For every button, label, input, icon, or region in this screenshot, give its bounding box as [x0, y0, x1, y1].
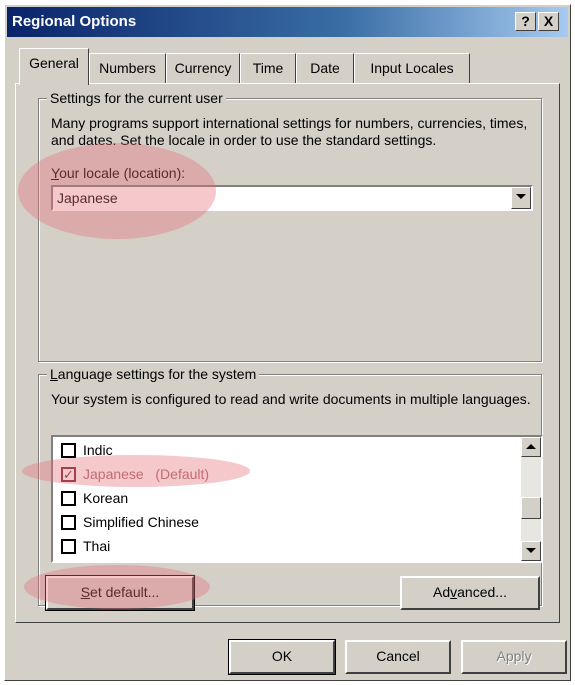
scroll-down-button[interactable]	[521, 541, 541, 561]
general-tab-panel: Settings for the current user Many progr…	[15, 83, 560, 623]
locale-label-text: our locale (location):	[59, 165, 186, 181]
language-label-text: anguage settings for the system	[57, 366, 257, 382]
group-label-language: Language settings for the system	[47, 366, 260, 382]
locale-select[interactable]: Japanese	[51, 185, 533, 211]
current-user-settings-group: Settings for the current user Many progr…	[38, 90, 542, 362]
checkbox-japanese-checked[interactable]: ✓	[61, 467, 76, 482]
checkbox-thai[interactable]	[61, 539, 76, 554]
tab-label: Date	[310, 60, 340, 76]
locale-dropdown-button[interactable]	[511, 187, 531, 209]
tab-label: General	[29, 55, 79, 71]
tab-input-locales[interactable]: Input Locales	[354, 53, 470, 83]
list-item-label: Korean	[83, 490, 129, 506]
locale-label: Your locale (location):	[51, 165, 185, 181]
advanced-label-start: Ad	[433, 584, 451, 600]
cancel-button[interactable]: Cancel	[345, 640, 451, 674]
set-default-label: et default...	[90, 584, 160, 600]
set-default-button[interactable]: Set default...	[45, 575, 195, 611]
tab-label: Numbers	[99, 60, 156, 76]
set-default-accesskey: S	[80, 584, 91, 600]
scroll-up-button[interactable]	[521, 437, 541, 457]
advanced-button[interactable]: Advanced...	[400, 576, 540, 610]
regional-options-dialog: Regional Options ? X General Numbers Cur…	[4, 4, 571, 681]
list-item-label: Simplified Chinese	[83, 514, 199, 530]
scroll-thumb[interactable]	[521, 497, 541, 519]
tab-date[interactable]: Date	[296, 53, 354, 83]
language-list-scrollbar[interactable]	[521, 437, 541, 561]
language-label-accesskey: L	[50, 366, 58, 382]
tab-currency[interactable]: Currency	[166, 53, 240, 83]
tab-label: Currency	[174, 60, 232, 76]
chevron-up-icon	[526, 444, 536, 449]
chevron-down-icon	[526, 548, 536, 553]
tab-general[interactable]: General	[19, 48, 89, 85]
default-marker: (Default)	[155, 466, 210, 482]
list-item-label: Thai	[83, 538, 111, 554]
user-settings-description: Many programs support international sett…	[51, 115, 528, 148]
advanced-label-end: anced...	[457, 584, 507, 600]
close-button[interactable]: X	[538, 12, 559, 31]
language-settings-description: Your system is configured to read and wr…	[51, 391, 531, 407]
tab-time[interactable]: Time	[240, 53, 296, 83]
title-bar[interactable]: Regional Options ? X	[7, 7, 568, 37]
language-name: Japanese	[83, 466, 144, 482]
tab-label: Input Locales	[370, 60, 454, 76]
locale-select-value: Japanese	[57, 190, 118, 206]
language-list[interactable]: Indic ✓ Japanese (Default) Korean Simpli…	[51, 435, 543, 563]
apply-button[interactable]: Apply	[461, 640, 567, 674]
help-button[interactable]: ?	[515, 12, 536, 31]
checkbox-korean[interactable]	[61, 491, 76, 506]
checkbox-simplified-chinese[interactable]	[61, 515, 76, 530]
checkbox-indic[interactable]	[61, 443, 76, 458]
locale-label-accesskey: Y	[51, 165, 60, 181]
list-item-label: Japanese (Default)	[83, 466, 209, 482]
window-title: Regional Options	[12, 13, 137, 30]
ok-button[interactable]: OK	[228, 639, 336, 675]
chevron-down-icon	[516, 194, 526, 199]
language-settings-group: Language settings for the system Your sy…	[38, 366, 543, 606]
tab-numbers[interactable]: Numbers	[89, 53, 166, 83]
group-label-current-user: Settings for the current user	[47, 90, 226, 106]
list-item-label: Indic	[83, 442, 113, 458]
tab-label: Time	[252, 60, 284, 76]
